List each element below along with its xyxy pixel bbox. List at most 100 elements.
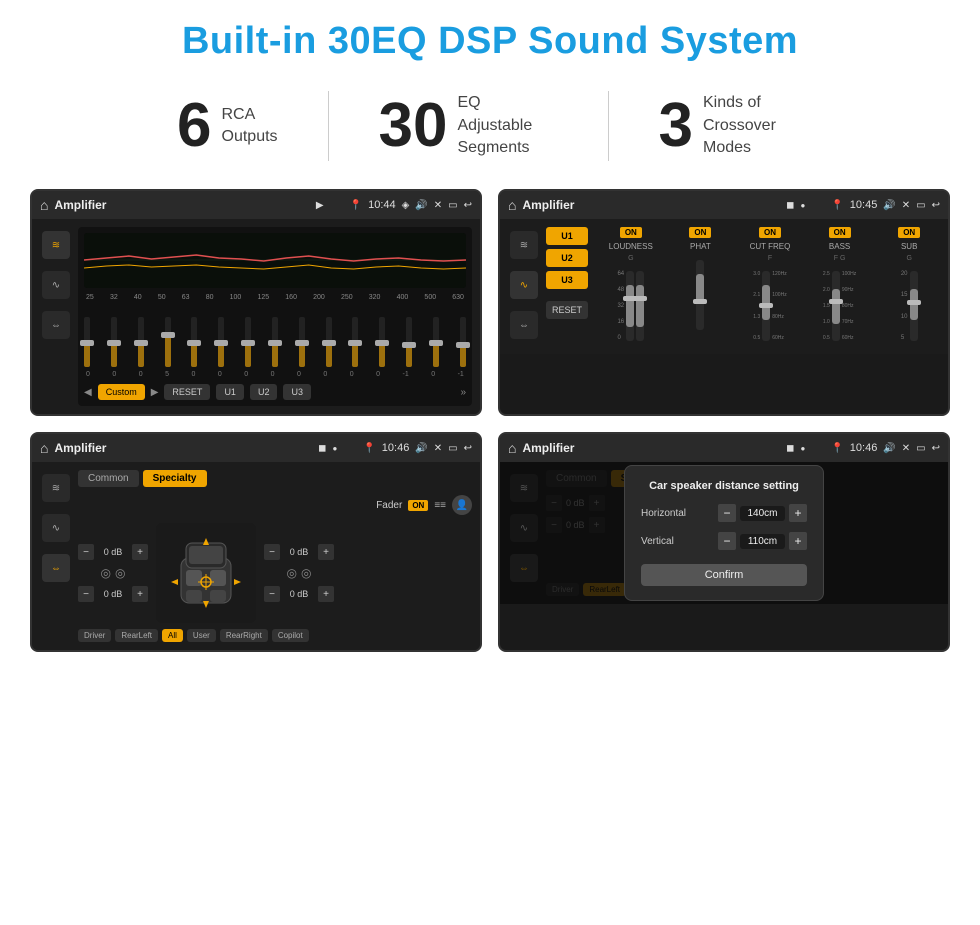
minimize-icon-2[interactable]: ▭ — [916, 200, 925, 211]
vertical-plus[interactable]: + — [789, 532, 807, 550]
fader-on-badge: ON — [408, 500, 428, 511]
sub-slider[interactable] — [910, 271, 918, 341]
home-icon-4[interactable]: ⌂ — [508, 440, 516, 456]
fader-row: Fader ON ≡≡ 👤 — [78, 495, 472, 515]
close-icon-3[interactable]: ✕ — [434, 443, 442, 454]
eq-slider-14[interactable] — [433, 317, 439, 367]
eq-slider-5[interactable] — [191, 317, 197, 367]
stat-text-crossover: Kinds ofCrossover Modes — [703, 92, 803, 159]
eq-bottom-controls: ◀ Custom ▶ RESET U1 U2 U3 » — [84, 384, 466, 400]
rearleft-btn[interactable]: RearLeft — [115, 629, 158, 642]
rl-plus[interactable]: + — [132, 586, 148, 602]
u3-btn[interactable]: U3 — [283, 384, 311, 400]
cutfreq-sliders: 3.02.11.30.5 120Hz100Hz80Hz60Hz — [753, 266, 786, 346]
eq-icon-2[interactable]: ≋ — [510, 231, 538, 259]
eq-next-btn[interactable]: ▶ — [151, 387, 159, 398]
horizontal-plus[interactable]: + — [789, 504, 807, 522]
horizontal-minus[interactable]: − — [718, 504, 736, 522]
bass-slider-1[interactable] — [832, 271, 840, 341]
wave-icon-2[interactable]: ∿ — [510, 271, 538, 299]
fr-plus[interactable]: + — [318, 544, 334, 560]
custom-btn[interactable]: Custom — [98, 384, 145, 400]
eq-slider-12[interactable] — [379, 317, 385, 367]
back-icon-4[interactable]: ↩ — [932, 443, 940, 454]
eq-slider-4[interactable] — [165, 317, 171, 367]
eq-slider-7[interactable] — [245, 317, 251, 367]
user-btn[interactable]: User — [187, 629, 216, 642]
u1-preset-btn[interactable]: U1 — [546, 227, 588, 245]
confirm-button[interactable]: Confirm — [641, 564, 807, 586]
loudness-slider-2[interactable] — [636, 271, 644, 341]
close-icon[interactable]: ✕ — [434, 200, 442, 211]
home-icon-3[interactable]: ⌂ — [40, 440, 48, 456]
vol-icon-4[interactable]: 🔊 — [883, 443, 895, 454]
vol-icon[interactable]: 🔊 — [415, 200, 427, 211]
eq-slider-9[interactable] — [299, 317, 305, 367]
phat-slider[interactable] — [696, 260, 704, 330]
u2-preset-btn[interactable]: U2 — [546, 249, 588, 267]
speaker-left-icon-2: ◎ — [115, 566, 125, 580]
wave-icon-3[interactable]: ∿ — [42, 514, 70, 542]
vol-icon-3[interactable]: 🔊 — [415, 443, 427, 454]
eq-prev-btn[interactable]: ◀ — [84, 387, 92, 398]
reset-btn-2[interactable]: RESET — [546, 301, 588, 319]
screen4-content: ≋ ∿ ⇔ Common Specialty − 0 dB — [500, 462, 948, 604]
reset-btn-1[interactable]: RESET — [164, 384, 210, 400]
rr-minus[interactable]: − — [264, 586, 280, 602]
back-icon-2[interactable]: ↩ — [932, 200, 940, 211]
arrows-icon-3[interactable]: ⇔ — [42, 554, 70, 582]
eq-slider-1[interactable] — [84, 317, 90, 367]
back-icon-3[interactable]: ↩ — [464, 443, 472, 454]
specialty-tab-3[interactable]: Specialty — [143, 470, 207, 487]
u1-btn[interactable]: U1 — [216, 384, 244, 400]
cutfreq-slider[interactable] — [762, 271, 770, 341]
rr-plus[interactable]: + — [318, 586, 334, 602]
all-btn[interactable]: All — [162, 629, 183, 642]
close-icon-2[interactable]: ✕ — [902, 200, 910, 211]
home-icon[interactable]: ⌂ — [40, 197, 48, 213]
fl-plus[interactable]: + — [132, 544, 148, 560]
rl-minus[interactable]: − — [78, 586, 94, 602]
eq-slider-10[interactable] — [326, 317, 332, 367]
screen3-speaker: ⌂ Amplifier ◼ ● 📍 10:46 🔊 ✕ ▭ ↩ ≋ ∿ ⇔ — [30, 432, 482, 652]
vol-icon-2[interactable]: 🔊 — [883, 200, 895, 211]
wifi-icon-3: ◼ — [318, 443, 326, 454]
vertical-minus[interactable]: − — [718, 532, 736, 550]
minimize-icon-3[interactable]: ▭ — [448, 443, 457, 454]
loudness-slider-1[interactable] — [626, 271, 634, 341]
eq-sliders — [84, 307, 466, 367]
u2-btn[interactable]: U2 — [250, 384, 278, 400]
eq-slider-6[interactable] — [218, 317, 224, 367]
minimize-icon[interactable]: ▭ — [448, 200, 457, 211]
eq-slider-15[interactable] — [460, 317, 466, 367]
eq-slider-11[interactable] — [352, 317, 358, 367]
fr-db-value: 0 dB — [284, 547, 314, 557]
arrows-icon-2[interactable]: ⇔ — [510, 311, 538, 339]
sub-label: SUB — [901, 242, 917, 251]
fl-minus[interactable]: − — [78, 544, 94, 560]
home-icon-2[interactable]: ⌂ — [508, 197, 516, 213]
eq-freq-labels: 25 32 40 50 63 80 100 125 160 200 250 32… — [84, 294, 466, 301]
eq-icon-3[interactable]: ≋ — [42, 474, 70, 502]
driver-btn[interactable]: Driver — [78, 629, 111, 642]
rl-db-value: 0 dB — [98, 589, 128, 599]
back-icon[interactable]: ↩ — [464, 200, 472, 211]
dot-icon-3: ● — [332, 444, 337, 453]
eq-slider-8[interactable] — [272, 317, 278, 367]
copilot-btn[interactable]: Copilot — [272, 629, 309, 642]
fr-minus[interactable]: − — [264, 544, 280, 560]
close-icon-4[interactable]: ✕ — [902, 443, 910, 454]
eq-slider-3[interactable] — [138, 317, 144, 367]
horizontal-input: − 140cm + — [718, 504, 807, 522]
wave-icon[interactable]: ∿ — [42, 271, 70, 299]
eq-slider-2[interactable] — [111, 317, 117, 367]
common-tab-3[interactable]: Common — [78, 470, 139, 487]
eq-graph — [84, 233, 466, 288]
minimize-icon-4[interactable]: ▭ — [916, 443, 925, 454]
u3-preset-btn[interactable]: U3 — [546, 271, 588, 289]
screen1-eq-panel: 25 32 40 50 63 80 100 125 160 200 250 32… — [78, 227, 472, 406]
eq-icon[interactable]: ≋ — [42, 231, 70, 259]
eq-slider-13[interactable] — [406, 317, 412, 367]
arrows-icon[interactable]: ⇔ — [42, 311, 70, 339]
rearright-btn[interactable]: RearRight — [220, 629, 268, 642]
